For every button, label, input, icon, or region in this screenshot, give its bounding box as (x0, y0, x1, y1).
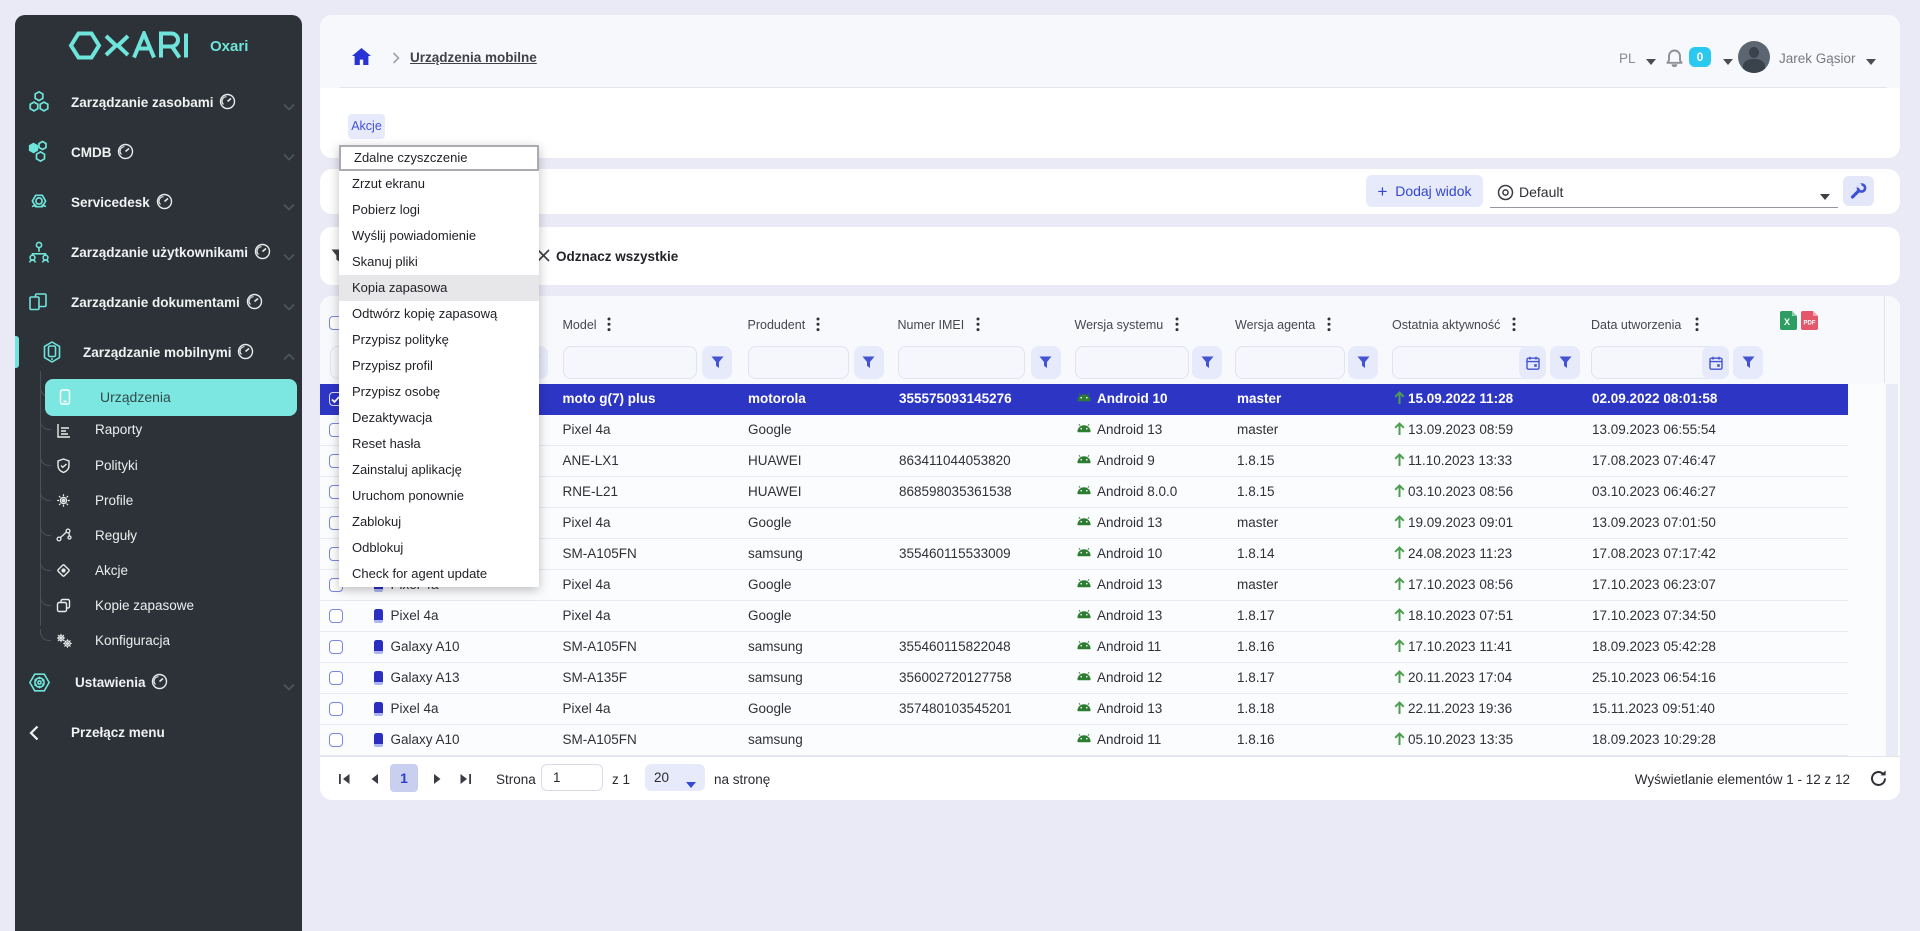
svg-text:X: X (1784, 317, 1790, 327)
svg-text:PDF: PDF (1804, 321, 1816, 327)
